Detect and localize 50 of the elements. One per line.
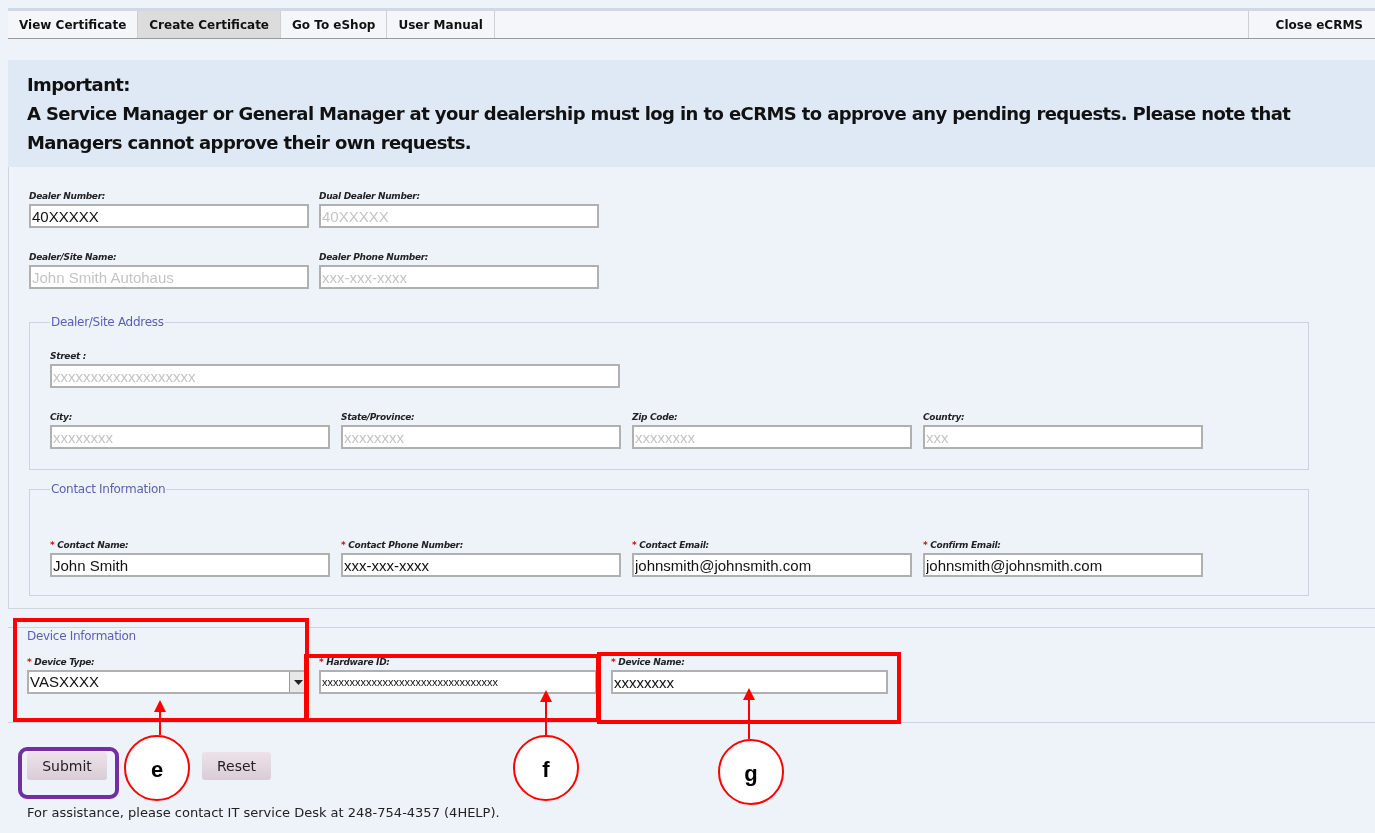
input-field[interactable]: John Smith Autohaus — [29, 265, 309, 289]
callout-circle — [513, 735, 579, 801]
arrow — [154, 700, 166, 736]
input-field[interactable]: 40XXXXX — [319, 204, 599, 228]
input-field[interactable]: xxxxxxxx — [50, 425, 330, 449]
field-label: Dealer Number: — [29, 191, 106, 203]
field-label: Country: — [923, 412, 965, 424]
callout-label: g — [744, 761, 758, 786]
callout-circle — [718, 739, 784, 805]
fieldset-legend: Contact Information — [50, 482, 167, 496]
callout-circle — [124, 735, 190, 801]
field-label: * Hardware ID: — [319, 657, 390, 669]
callout-label: e — [150, 757, 164, 782]
nav-tab[interactable]: Create Certificate — [138, 11, 281, 38]
field-label: * Confirm Email: — [923, 540, 1001, 552]
input-field[interactable]: 40XXXXX — [29, 204, 309, 228]
arrow — [540, 690, 552, 736]
field-label: Dual Dealer Number: — [319, 191, 420, 203]
reset-button[interactable]: Reset — [202, 752, 272, 780]
input-field[interactable]: xxxxxxxxxxxxxxxxxxx — [50, 364, 620, 388]
fieldset-legend: Dealer/Site Address — [50, 315, 165, 329]
field-label: Street : — [50, 351, 87, 363]
field-label: * Device Name: — [611, 657, 685, 669]
notice-title: Important: — [27, 73, 131, 97]
arrow — [743, 688, 755, 740]
field-label: Zip Code: — [632, 412, 678, 424]
callout-label: f — [542, 757, 550, 782]
input-field[interactable]: xxx-xxx-xxxx — [319, 265, 599, 289]
field-label: State/Province: — [341, 412, 415, 424]
field-label: * Device Type: — [27, 657, 95, 669]
input-field[interactable]: johnsmith@johnsmith.com — [632, 553, 912, 577]
field-label: * Contact Email: — [632, 540, 709, 552]
section-legend: Device Information — [27, 629, 1375, 657]
input-field[interactable]: xxxxxxxxxxxxxxxxxxxxxxxxxxxxxxxx — [319, 670, 597, 694]
field-label: City: — [50, 412, 72, 424]
input-field[interactable]: johnsmith@johnsmith.com — [923, 553, 1203, 577]
input-field[interactable]: xxx — [923, 425, 1203, 449]
input-field[interactable]: xxx-xxx-xxxx — [341, 553, 621, 577]
field-label: Dealer/Site Name: — [29, 252, 117, 264]
input-field[interactable]: xxxxxxxx — [341, 425, 621, 449]
input-field[interactable]: xxxxxxxx — [611, 670, 888, 694]
field-label: * Contact Phone Number: — [341, 540, 464, 552]
notice-text: A Service Manager or General Manager at your dealership must log in to eCRMS to approve any pending requests. Please note that Managers cannot approve their own requests. — [27, 102, 1292, 155]
submit-button[interactable]: Submit — [27, 752, 107, 780]
field-label: * Contact Name: — [50, 540, 129, 552]
input-field[interactable]: John Smith — [50, 553, 330, 577]
field-label: Dealer Phone Number: — [319, 252, 429, 264]
caret-icon — [293, 679, 303, 685]
help-text: For assistance, please contact IT service Desk at 248-754-4357 (4HELP). — [27, 805, 501, 820]
input-field[interactable]: xxxxxxxx — [632, 425, 912, 449]
